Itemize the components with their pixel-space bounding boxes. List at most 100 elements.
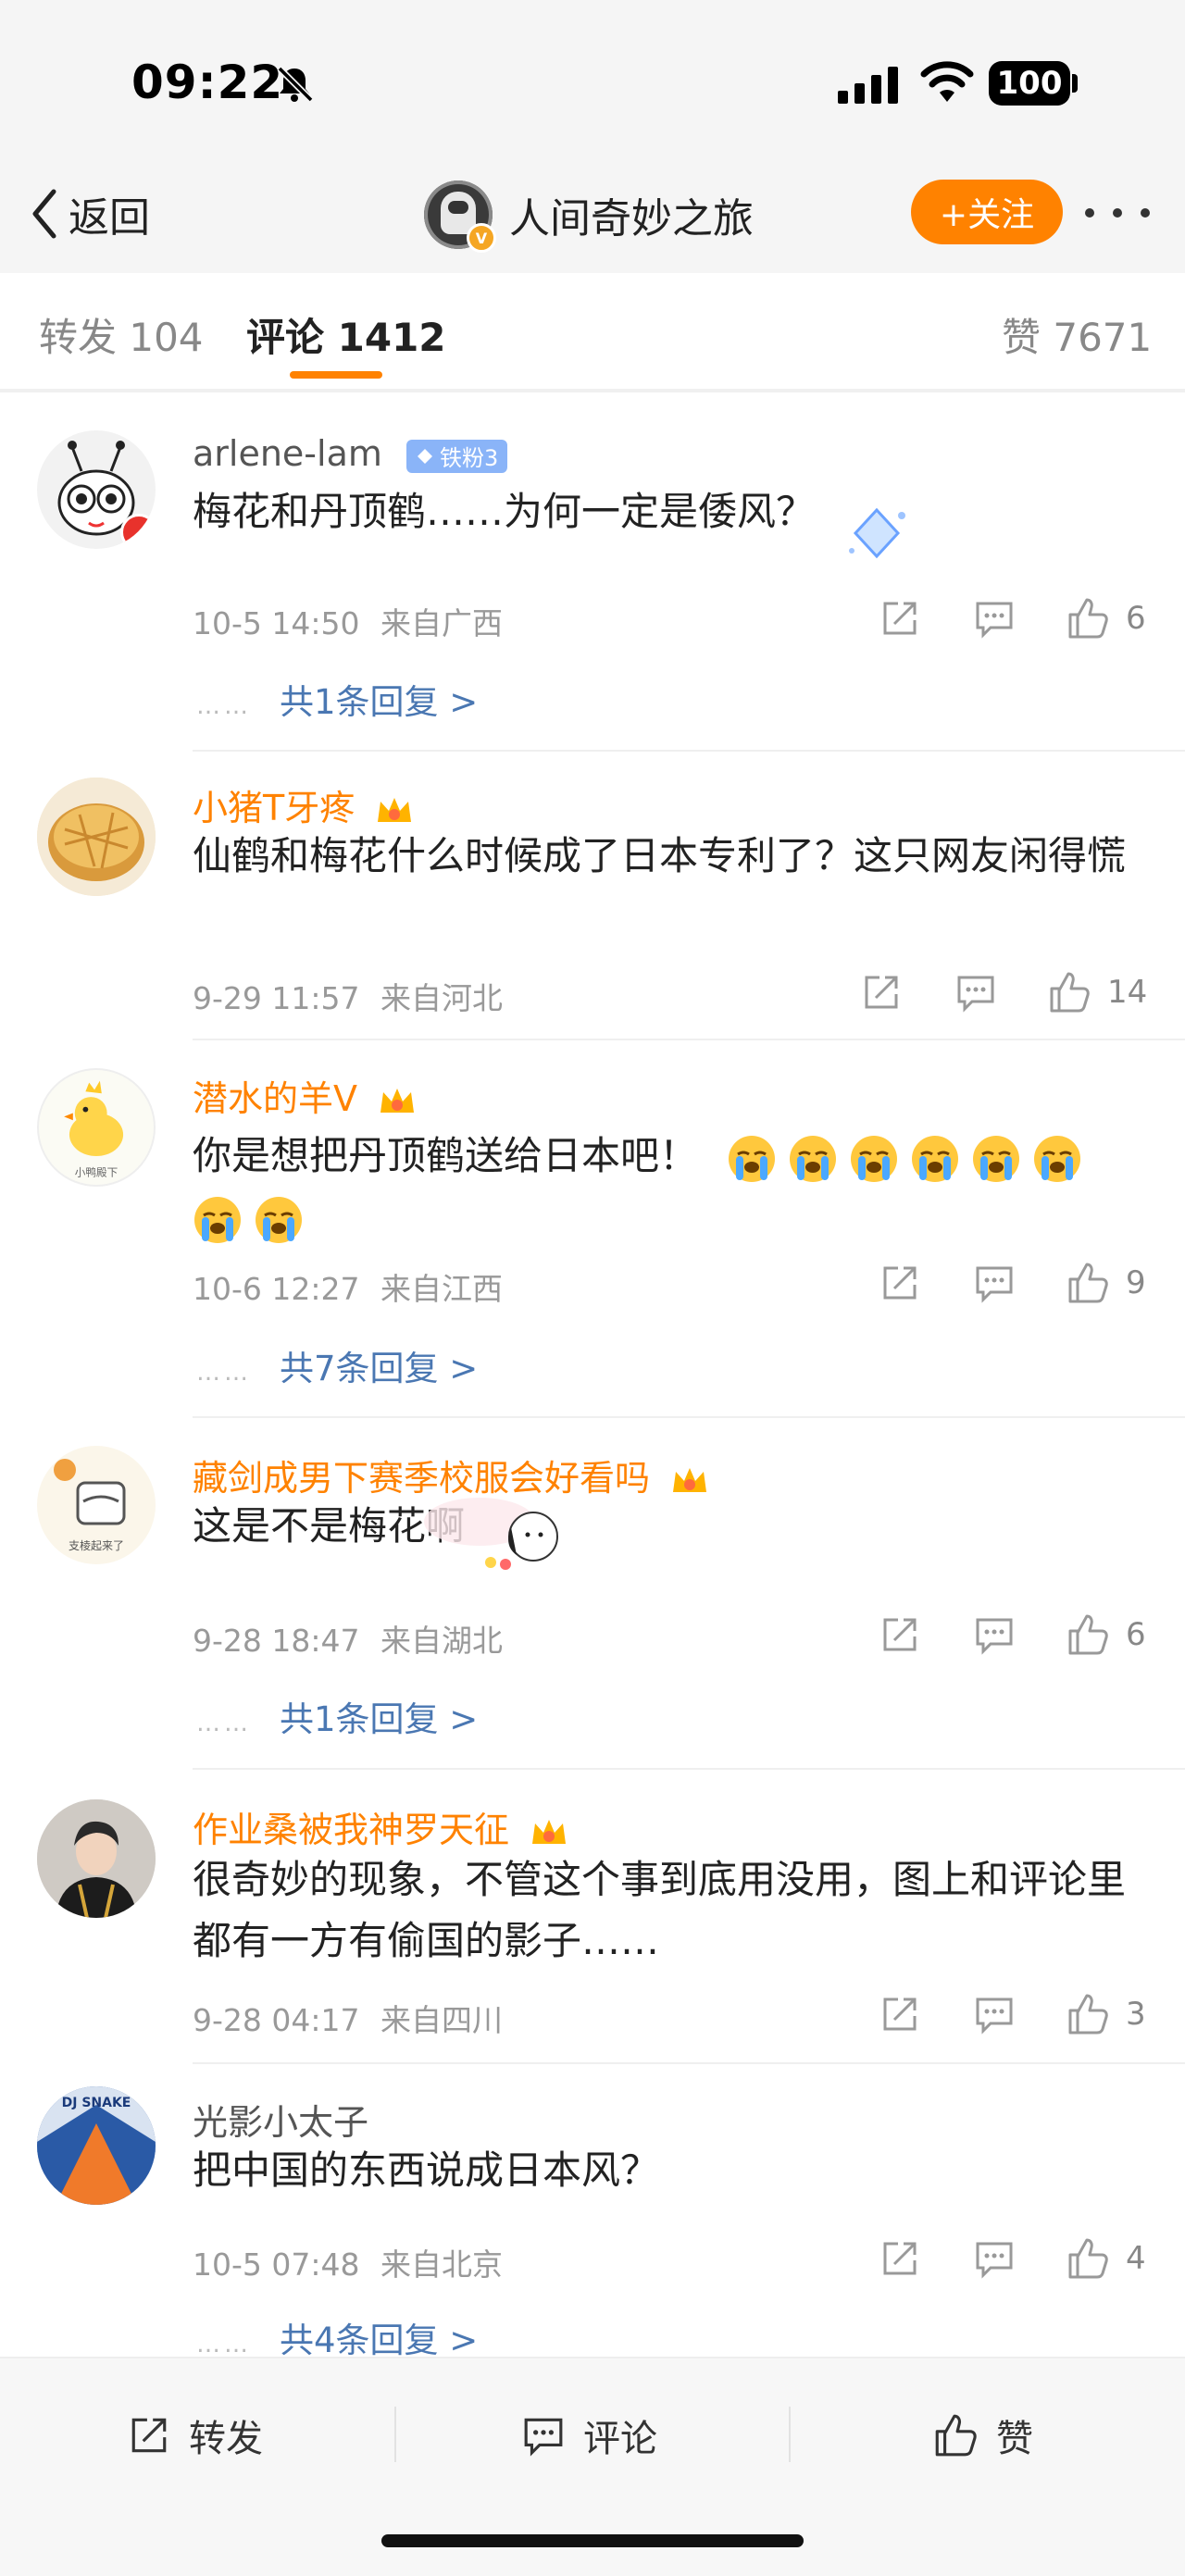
comment-icon (976, 1997, 1013, 2035)
avatar[interactable] (37, 778, 156, 896)
comment-time: 10-6 12:27 (193, 1271, 360, 1307)
battery-tip (1072, 74, 1078, 93)
comment-meta: 10-6 12:27 来自江西 (193, 1264, 503, 1309)
replies-label: 共1条回复 > (280, 682, 479, 722)
like-icon (935, 2414, 977, 2457)
like-button[interactable]: 3 (1065, 1988, 1146, 2040)
comment-username[interactable]: arlene-lam 铁粉3 (193, 433, 508, 474)
share-icon (883, 1266, 917, 1300)
replies-dots: …… (196, 2331, 252, 2358)
reply-button[interactable] (955, 966, 996, 1018)
back-button[interactable]: 返回 (30, 185, 150, 243)
username-text: arlene-lam (193, 433, 382, 474)
replies-link[interactable]: …… 共1条回复 > (196, 674, 478, 724)
avatar[interactable] (37, 1799, 156, 1918)
crying-face-icon (1034, 1135, 1081, 1182)
like-post-button[interactable]: 赞 (931, 2403, 1033, 2468)
avatar[interactable]: V (424, 180, 496, 253)
more-dots-icon[interactable] (1085, 194, 1150, 231)
share-button[interactable] (879, 1609, 920, 1661)
comment-text: 仙鹤和梅花什么时候成了日本专利了？这只网友闲得慌 (193, 833, 1127, 878)
comment-username[interactable]: 作业桑被我神罗天征 (193, 1801, 568, 1852)
like-count: 14 (1107, 974, 1148, 1011)
back-chevron-icon (32, 189, 56, 239)
home-indicator[interactable] (381, 2534, 804, 2547)
share-button[interactable] (879, 2233, 920, 2284)
tab-likes[interactable]: 赞 7671 (1002, 306, 1152, 363)
comment-location: 来自北京 (380, 2246, 503, 2283)
nav-profile[interactable]: V 人间奇妙之旅 (424, 178, 754, 253)
comment-actions: 6 (879, 592, 1148, 644)
like-button[interactable]: 14 (1046, 966, 1147, 1018)
replies-dots: …… (196, 1359, 252, 1387)
share-icon (131, 2418, 167, 2453)
avatar[interactable]: 支棱起来了 (37, 1446, 156, 1564)
comment-actions: 6 (879, 1609, 1148, 1661)
reply-button[interactable] (974, 592, 1015, 644)
comment-username[interactable]: 潜水的羊V (193, 1070, 417, 1121)
tab-comments[interactable]: 评论 1412 (246, 306, 446, 363)
comment-divider (193, 1039, 1185, 1040)
reply-button[interactable] (974, 2233, 1015, 2284)
share-button[interactable] (879, 1257, 920, 1309)
like-button[interactable]: 6 (1065, 1609, 1146, 1661)
comment-location: 来自四川 (380, 2002, 503, 2038)
share-icon (883, 2242, 917, 2275)
crown-badge-icon (378, 797, 412, 822)
follow-button[interactable]: +关注 (911, 180, 1063, 244)
nav-bar: 返回 V 人间奇妙之旅 +关注 (0, 167, 1185, 273)
member-badge-icon (120, 514, 156, 549)
like-icon (1068, 598, 1108, 639)
comment-icon (976, 602, 1013, 639)
comment-icon (524, 2418, 563, 2457)
replies-link[interactable]: …… 共4条回复 > (196, 2312, 478, 2362)
tabs-divider (0, 389, 1185, 392)
repost-button[interactable]: 转发 (128, 2403, 263, 2468)
tab-active-indicator (290, 371, 382, 379)
replies-label: 共1条回复 > (280, 1699, 479, 1739)
fan-badge-label: 铁粉3 (439, 445, 499, 471)
comment-location: 来自河北 (380, 980, 503, 1016)
bottom-action-bar: 转发 评论 赞 (0, 2357, 1185, 2576)
comment-icon (957, 976, 994, 1013)
like-icon (1068, 1263, 1108, 1303)
comment-button[interactable]: 评论 (522, 2403, 657, 2468)
comment-text: 很奇妙的现象，不管这个事到底用没用，图上和评论里都有一方有偷国的影子…… (193, 1857, 1127, 1963)
share-icon (883, 1618, 917, 1651)
comment-time: 9-28 18:47 (193, 1623, 360, 1659)
share-button[interactable] (879, 1988, 920, 2040)
like-button[interactable]: 9 (1065, 1257, 1146, 1309)
comment-location: 来自湖北 (380, 1623, 503, 1659)
comment-location: 来自江西 (380, 1271, 503, 1307)
replies-link[interactable]: …… 共7条回复 > (196, 1340, 478, 1390)
reply-button[interactable] (974, 1609, 1015, 1661)
bottom-separator (394, 2407, 396, 2462)
comment-divider (193, 1768, 1185, 1770)
avatar[interactable]: 小鸭殿下 (37, 1068, 156, 1187)
comment-username[interactable]: 光影小太子 (193, 2094, 368, 2145)
diamond-icon (417, 448, 432, 464)
comment-username[interactable]: 小猪T牙疼 (193, 779, 414, 830)
like-button[interactable]: 4 (1065, 2233, 1146, 2284)
like-count: 9 (1126, 1264, 1146, 1301)
crying-face-icon (912, 1135, 959, 1182)
comment-time: 10-5 14:50 (193, 605, 360, 641)
reply-button[interactable] (974, 1988, 1015, 2040)
svg-text:小鸭殿下: 小鸭殿下 (75, 1165, 118, 1178)
replies-link[interactable]: …… 共1条回复 > (196, 1691, 478, 1741)
reply-button[interactable] (974, 1257, 1015, 1309)
avatar[interactable]: DJ SNAKE (37, 2086, 156, 2205)
pineapple-bun-avatar (37, 778, 156, 896)
like-icon (1068, 1614, 1108, 1655)
status-bar: 09:22 100 (0, 0, 1185, 167)
person-photo-avatar (37, 1799, 156, 1918)
share-button[interactable] (861, 966, 902, 1018)
page-title: 人间奇妙之旅 (509, 195, 754, 243)
comment-actions: 14 (861, 966, 1147, 1018)
tab-repost[interactable]: 转发 104 (39, 306, 204, 363)
avatar[interactable] (37, 430, 156, 549)
crying-face-icon (729, 1135, 776, 1182)
comment-time: 9-29 11:57 (193, 980, 360, 1016)
like-button[interactable]: 6 (1065, 592, 1146, 644)
share-button[interactable] (879, 592, 920, 644)
